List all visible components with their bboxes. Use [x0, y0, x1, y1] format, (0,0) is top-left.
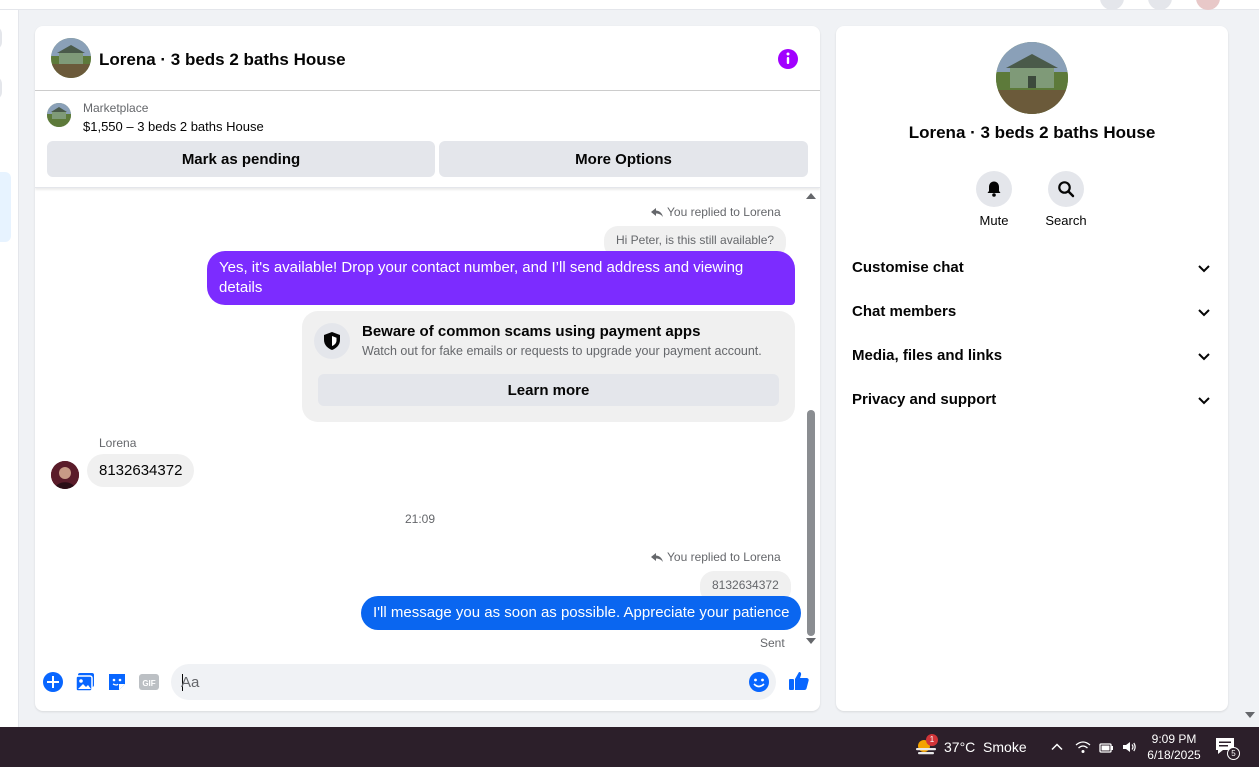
more-options-button[interactable]: More Options	[439, 141, 808, 177]
nav-item[interactable]	[0, 76, 2, 100]
listing-avatar[interactable]	[51, 38, 91, 78]
weather-badge: 1	[926, 734, 938, 746]
info-icon[interactable]	[777, 48, 799, 70]
svg-text:GIF: GIF	[142, 679, 155, 688]
top-button[interactable]	[1148, 0, 1172, 10]
incoming-message[interactable]: 8132634372	[87, 454, 195, 487]
reply-icon	[651, 553, 663, 562]
chevron-down-icon	[1198, 397, 1210, 405]
scroll-down-arrow[interactable]	[806, 638, 816, 644]
chat-panel: Lorena · 3 beds 2 baths House Marketplac…	[35, 26, 820, 711]
section-privacy-support[interactable]: Privacy and support	[836, 378, 1228, 422]
chevron-up-icon[interactable]	[1048, 738, 1066, 756]
reply-note-text: You replied to Lorena	[667, 550, 781, 564]
reply-icon	[651, 208, 663, 217]
search-label: Search	[1045, 213, 1087, 228]
shield-icon	[314, 323, 350, 359]
sender-name: Lorena	[99, 436, 137, 450]
search-icon[interactable]	[1048, 171, 1084, 207]
message-input-box[interactable]	[171, 664, 776, 700]
reply-note-text: You replied to Lorena	[667, 205, 781, 219]
clock-time: 9:09 PM	[1151, 732, 1197, 746]
browser-top-bar	[0, 0, 1259, 10]
scam-title: Beware of common scams using payment app…	[362, 323, 701, 340]
scam-warning-card: Beware of common scams using payment app…	[302, 311, 795, 422]
weather-text: 37°C Smoke	[944, 739, 1027, 755]
listing-thumbnail[interactable]	[47, 103, 71, 127]
chevron-down-icon	[1198, 265, 1210, 273]
volume-icon[interactable]	[1120, 738, 1138, 756]
page-scroll-down-arrow[interactable]	[1245, 712, 1255, 718]
top-button[interactable]	[1100, 0, 1124, 10]
sender-avatar[interactable]	[51, 461, 79, 489]
scam-subtitle: Watch out for fake emails or requests to…	[362, 344, 762, 358]
plus-icon[interactable]	[41, 670, 65, 694]
search-button[interactable]: Search	[1031, 171, 1101, 228]
reply-indicator: You replied to Lorena	[651, 205, 781, 219]
chevron-down-icon	[1198, 309, 1210, 317]
message-input[interactable]	[181, 664, 741, 700]
clock-date: 6/18/2025	[1147, 748, 1201, 762]
listing-price-title[interactable]: $1,550 – 3 beds 2 baths House	[83, 119, 264, 134]
profile-avatar[interactable]	[1196, 0, 1220, 10]
listing-profile-avatar[interactable]	[996, 42, 1068, 114]
message-status: Sent	[760, 636, 785, 650]
like-icon[interactable]	[786, 668, 812, 694]
weather-widget[interactable]: 1 37°C Smoke	[914, 734, 1027, 758]
chat-info-panel: Lorena · 3 beds 2 baths House Mute Searc…	[836, 26, 1228, 711]
outgoing-message[interactable]: I'll message you as soon as possible. Ap…	[361, 596, 802, 630]
chevron-down-icon	[1198, 353, 1210, 361]
nav-item[interactable]	[0, 26, 2, 50]
message-scrollbar[interactable]	[805, 193, 817, 652]
mute-label: Mute	[979, 213, 1009, 228]
message-timestamp: 21:09	[405, 512, 436, 526]
bell-icon[interactable]	[976, 171, 1012, 207]
chat-header: Lorena · 3 beds 2 baths House	[35, 26, 820, 91]
notification-count: 5	[1227, 747, 1240, 760]
section-customise-chat[interactable]: Customise chat	[836, 246, 1228, 290]
mark-as-pending-button[interactable]: Mark as pending	[47, 141, 435, 177]
mute-button[interactable]: Mute	[959, 171, 1029, 228]
section-label: Media, files and links	[852, 347, 1003, 364]
sticker-icon[interactable]	[105, 670, 129, 694]
left-nav-strip	[0, 10, 19, 727]
learn-more-button[interactable]: Learn more	[318, 374, 779, 406]
side-panel-title: Lorena · 3 beds 2 baths House	[908, 123, 1156, 142]
network-icon[interactable]	[1074, 738, 1092, 756]
reply-indicator: You replied to Lorena	[651, 550, 781, 564]
scroll-thumb[interactable]	[807, 410, 815, 636]
battery-icon[interactable]	[1097, 738, 1115, 756]
smoke-weather-icon: 1	[914, 734, 938, 758]
scroll-up-arrow[interactable]	[806, 193, 816, 199]
section-label: Privacy and support	[852, 391, 997, 408]
chat-title[interactable]: Lorena · 3 beds 2 baths House	[99, 50, 346, 70]
windows-taskbar: 1 37°C Smoke 9:09 PM 6/18/2025 5	[0, 727, 1259, 767]
section-chat-members[interactable]: Chat members	[836, 290, 1228, 334]
photo-icon[interactable]	[73, 670, 97, 694]
marketplace-banner: Marketplace $1,550 – 3 beds 2 baths Hous…	[35, 91, 820, 188]
nav-item-active[interactable]	[0, 172, 11, 242]
gif-icon[interactable]: GIF	[137, 670, 161, 694]
emoji-icon[interactable]	[748, 671, 770, 693]
section-label: Customise chat	[852, 259, 964, 276]
section-label: Chat members	[852, 303, 957, 320]
marketplace-label: Marketplace	[83, 101, 149, 115]
section-media-files-links[interactable]: Media, files and links	[836, 334, 1228, 378]
outgoing-message[interactable]: Yes, it's available! Drop your contact n…	[207, 251, 795, 305]
message-list: You replied to Lorena Hi Peter, is this …	[35, 188, 820, 658]
message-composer: GIF	[35, 658, 820, 711]
system-clock[interactable]: 9:09 PM 6/18/2025	[1144, 731, 1204, 763]
